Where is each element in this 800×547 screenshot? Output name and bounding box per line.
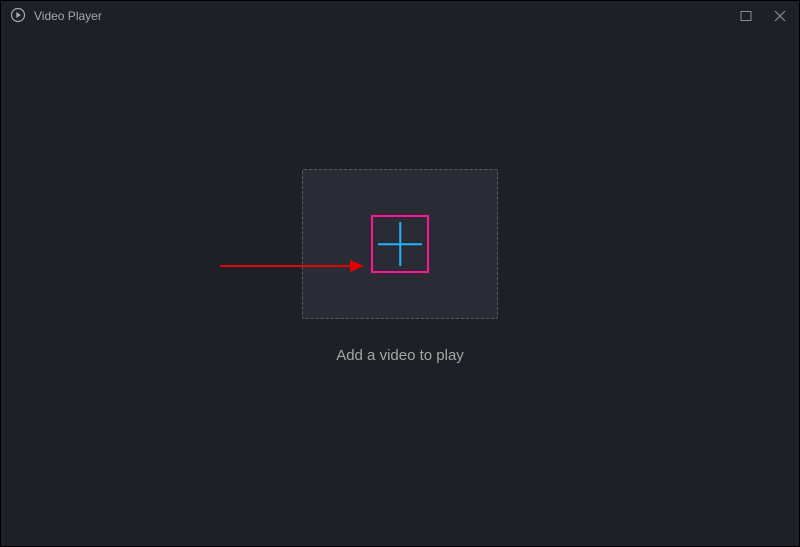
play-circle-icon	[10, 7, 26, 26]
maximize-button[interactable]	[736, 6, 756, 26]
plus-icon	[378, 222, 422, 266]
window-controls	[736, 6, 790, 26]
add-button-highlight	[371, 215, 429, 273]
app-title: Video Player	[34, 9, 102, 23]
hint-text: Add a video to play	[336, 347, 464, 364]
close-button[interactable]	[770, 6, 790, 26]
content-area: Add a video to play	[0, 32, 800, 547]
titlebar-left: Video Player	[10, 7, 102, 26]
titlebar: Video Player	[0, 0, 800, 32]
video-dropzone[interactable]	[302, 169, 498, 319]
center-wrap: Add a video to play	[302, 209, 498, 364]
